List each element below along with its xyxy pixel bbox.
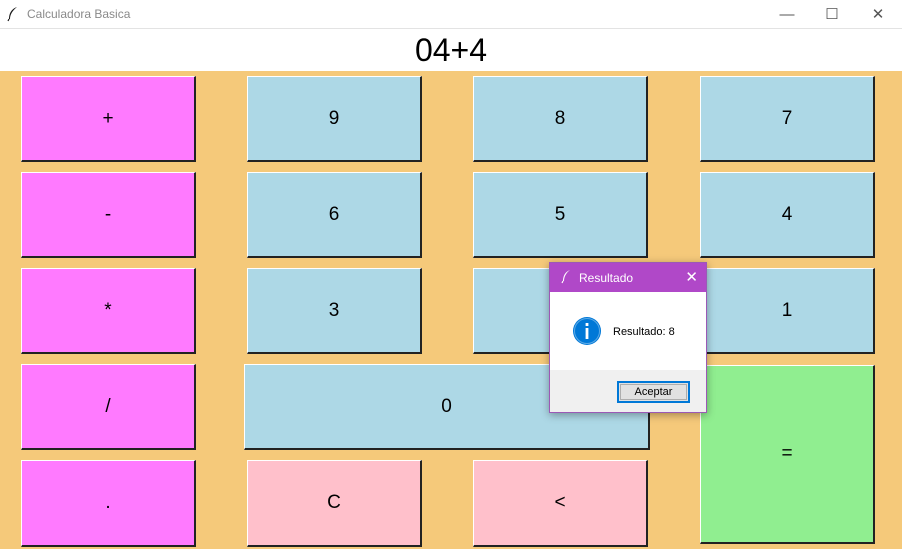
- digit-5-button[interactable]: 5: [473, 172, 648, 258]
- calculator-window: Calculadora Basica — ☐ ✕ 04+4 + - * / . …: [0, 0, 902, 549]
- digit-3-button[interactable]: 3: [247, 268, 422, 354]
- multiply-button[interactable]: *: [21, 268, 196, 354]
- calculator-display: 04+4: [0, 29, 902, 71]
- equals-button[interactable]: =: [700, 365, 875, 544]
- maximize-icon: ☐: [825, 6, 839, 23]
- feather-icon: [7, 7, 17, 22]
- dialog-close-icon[interactable]: ✕: [685, 268, 698, 286]
- aceptar-button[interactable]: Aceptar: [617, 381, 690, 403]
- close-icon: ✕: [871, 6, 885, 23]
- feather-icon: [561, 270, 570, 284]
- divide-button[interactable]: /: [21, 364, 196, 450]
- digit-1-button[interactable]: 1: [700, 268, 875, 354]
- result-dialog: Resultado ✕ Resultado: 8 Aceptar: [549, 262, 707, 413]
- clear-button[interactable]: C: [247, 460, 422, 547]
- minimize-button[interactable]: —: [764, 0, 810, 28]
- plus-button[interactable]: +: [21, 76, 196, 162]
- digit-7-button[interactable]: 7: [700, 76, 875, 162]
- digit-8-button[interactable]: 8: [473, 76, 648, 162]
- close-button[interactable]: ✕: [855, 0, 901, 28]
- info-icon: [573, 317, 601, 345]
- minimize-icon: —: [779, 5, 795, 23]
- dialog-message: Resultado: 8: [613, 326, 675, 338]
- decimal-point-button[interactable]: .: [21, 460, 196, 547]
- digit-6-button[interactable]: 6: [247, 172, 422, 258]
- minus-button[interactable]: -: [21, 172, 196, 258]
- dialog-body: Resultado: 8: [550, 292, 706, 370]
- dialog-title-bar: Resultado ✕: [550, 263, 706, 292]
- title-bar: Calculadora Basica — ☐ ✕: [0, 0, 902, 29]
- digit-9-button[interactable]: 9: [247, 76, 422, 162]
- aceptar-label: Aceptar: [634, 386, 673, 398]
- digit-4-button[interactable]: 4: [700, 172, 875, 258]
- backspace-button[interactable]: <: [473, 460, 648, 547]
- maximize-button[interactable]: ☐: [809, 0, 855, 28]
- dialog-title: Resultado: [579, 271, 634, 285]
- window-title: Calculadora Basica: [27, 7, 131, 21]
